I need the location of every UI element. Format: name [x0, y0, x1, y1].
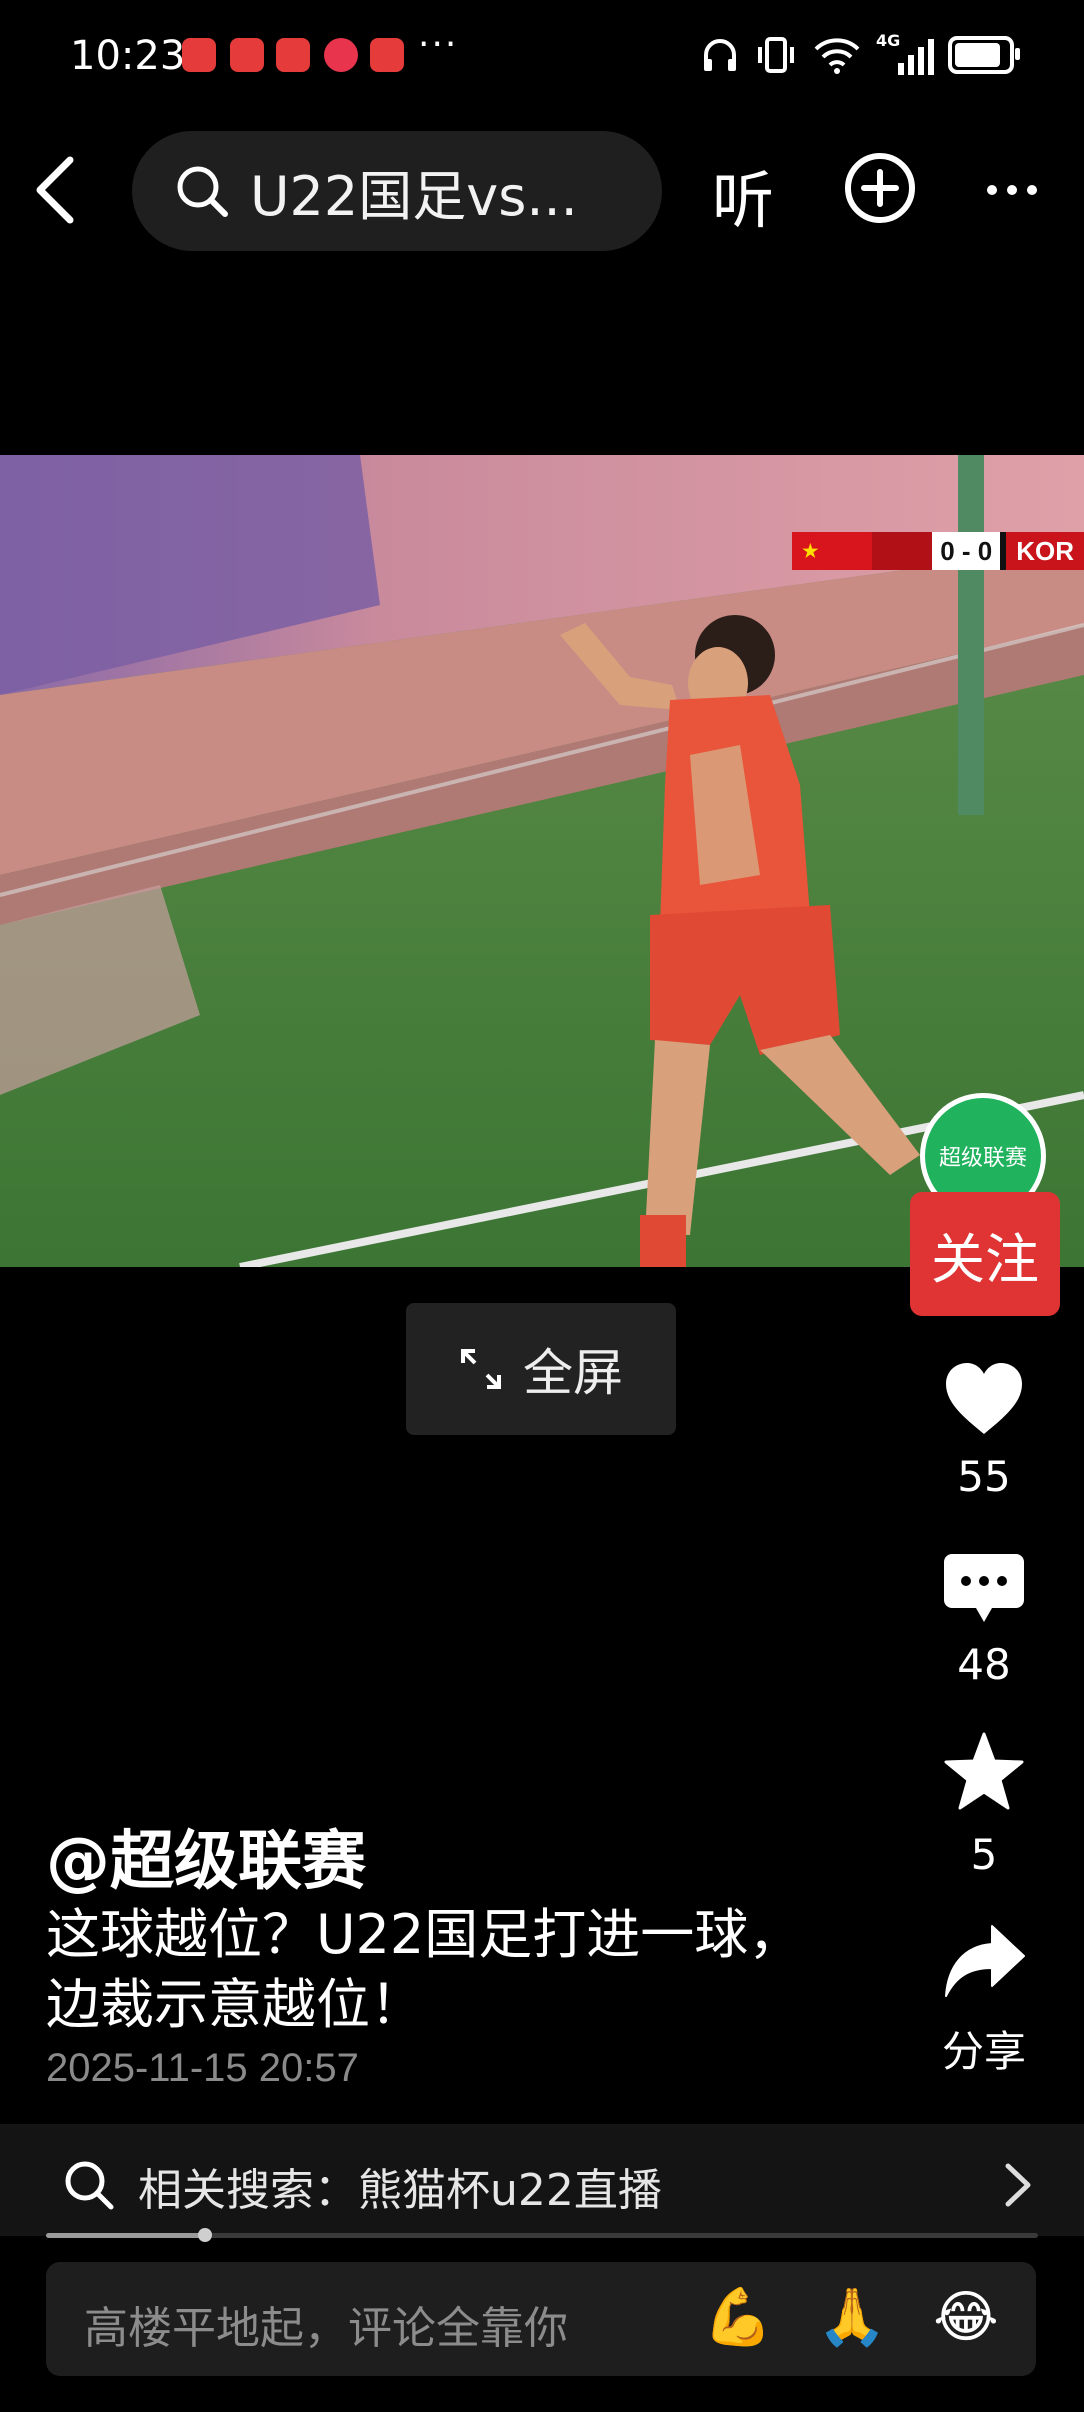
fullscreen-label: 全屏: [523, 1344, 623, 1402]
vibrate-icon: [758, 37, 794, 73]
notification-app-icon: [370, 38, 404, 72]
search-query: U22国足vs...: [250, 164, 578, 228]
like-count: 55: [957, 1452, 1011, 1501]
comment-icon[interactable]: [942, 1548, 1026, 1632]
notification-video-icon: [324, 38, 358, 72]
favorite-count: 5: [970, 1830, 998, 1879]
caption-line: 这球越位？U22国足打进一球，: [46, 1903, 803, 1966]
share-label[interactable]: 分享: [900, 2018, 1068, 2079]
back-button[interactable]: [22, 150, 92, 230]
scoreboard-score: 0 - 0: [932, 532, 1001, 570]
follow-label: 关注: [931, 1227, 1039, 1291]
related-search-label[interactable]: 相关搜索：熊猫杯u22直播: [138, 2154, 662, 2218]
signal-icon: 4G: [876, 31, 934, 75]
emoji-folded-hands-button[interactable]: 🙏: [816, 2282, 888, 2354]
avatar-label: 超级联赛: [938, 1146, 1027, 1171]
search-bar[interactable]: U22国足vs...: [132, 131, 662, 251]
comment-count: 48: [957, 1640, 1011, 1689]
scoreboard-away-team: KOR: [1006, 532, 1084, 570]
playback-progress-handle[interactable]: [197, 2228, 212, 2242]
add-circle-icon[interactable]: [842, 150, 918, 226]
battery-icon: [948, 36, 1020, 74]
author-name[interactable]: @超级联赛: [46, 1810, 366, 1902]
notification-app-icon: [182, 38, 216, 72]
heart-icon[interactable]: [942, 1358, 1026, 1442]
status-indicators: 4G: [700, 31, 1020, 78]
more-icon[interactable]: [982, 160, 1042, 220]
battery-level: [955, 43, 1001, 67]
network-type: 4G: [876, 31, 901, 50]
expand-icon: [461, 1349, 501, 1389]
share-icon[interactable]: [942, 1920, 1026, 2004]
follow-button[interactable]: 关注: [910, 1192, 1060, 1316]
status-more-notifications: ···: [418, 24, 459, 65]
fullscreen-button[interactable]: 全屏: [406, 1303, 676, 1435]
playback-progress-fill: [46, 2233, 205, 2238]
post-date: 2025-11-15 20:57: [46, 2046, 359, 2090]
comment-placeholder: 高楼平地起，评论全靠你: [84, 2303, 568, 2354]
status-time: 10:23: [70, 33, 186, 79]
emoji-flexed-biceps-button[interactable]: 💪: [702, 2282, 774, 2354]
chevron-right-icon[interactable]: [1000, 2160, 1036, 2210]
search-icon: [177, 166, 228, 217]
china-flag-icon: ★: [792, 532, 873, 570]
headphones-icon: [704, 39, 736, 71]
listen-button[interactable]: 听: [712, 150, 774, 240]
wifi-icon: [814, 38, 860, 74]
post-caption: 这球越位？U22国足打进一球， 边裁示意越位！: [46, 1900, 866, 2040]
star-icon[interactable]: [942, 1730, 1026, 1814]
notification-app-icon: [276, 38, 310, 72]
emoji-laughing-button[interactable]: 😂: [930, 2282, 1002, 2354]
scoreboard: ★ 0 - 0 KOR: [792, 532, 1084, 570]
scoreboard-team-home: [872, 532, 933, 570]
back-icon: [36, 156, 74, 224]
caption-line: 边裁示意越位！: [46, 1973, 424, 2036]
search-icon: [65, 2161, 114, 2210]
notification-app-icon: [230, 38, 264, 72]
